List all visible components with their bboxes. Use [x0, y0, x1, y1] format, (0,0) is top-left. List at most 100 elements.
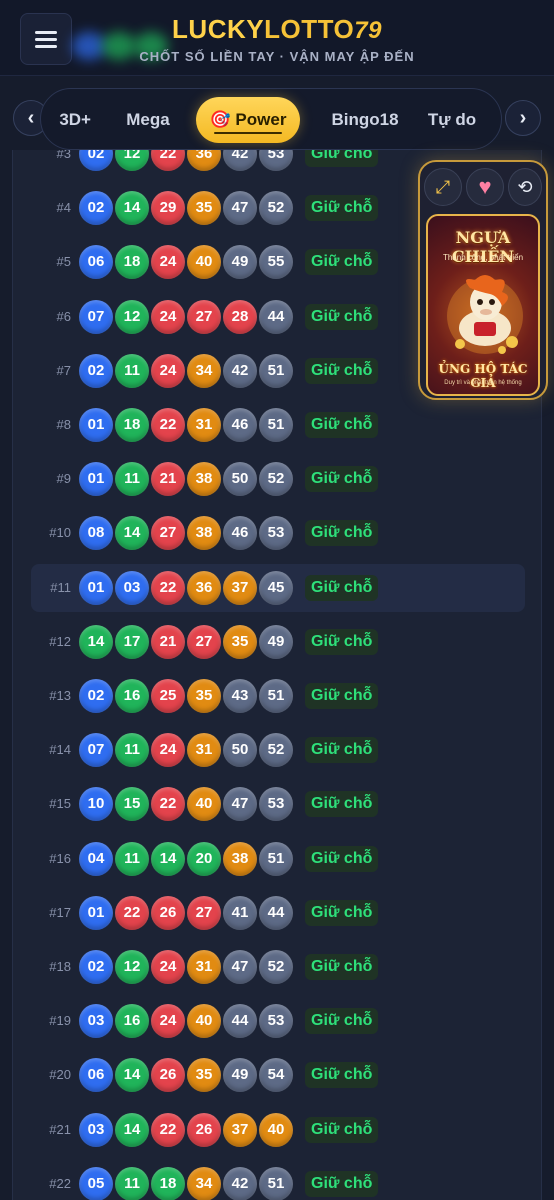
ad-banner[interactable]: NGỰA CHIẾN Thành công, phát triển ỦNG HỘ…	[426, 214, 540, 396]
number-ball: 15	[115, 787, 149, 822]
number-ball: 04	[79, 841, 113, 876]
hold-button[interactable]: Giữ chỗ	[305, 1170, 379, 1197]
number-ball: 26	[151, 895, 185, 930]
number-ball: 35	[187, 1058, 221, 1093]
number-ball: 16	[115, 1004, 149, 1039]
number-ball: 01	[79, 570, 113, 605]
number-ball: 26	[187, 1112, 221, 1147]
chevron-left-icon: ‹	[27, 106, 35, 129]
result-row[interactable]: #16 04 11 14 20 38 51 Giữ chỗ	[31, 835, 525, 883]
hold-button[interactable]: Giữ chỗ	[305, 466, 379, 493]
result-row[interactable]: #20 06 14 26 35 49 54 Giữ chỗ	[31, 1051, 525, 1099]
number-ball: 42	[223, 150, 257, 171]
hold-button[interactable]: Giữ chỗ	[305, 845, 379, 872]
tab-tu-do[interactable]: Tự do	[419, 97, 485, 143]
row-index: #12	[49, 633, 71, 649]
hold-button[interactable]: Giữ chỗ	[305, 1116, 379, 1143]
logo-part1: LUCKY	[172, 14, 265, 44]
row-index: #4	[56, 200, 71, 216]
number-ball: 47	[223, 787, 257, 822]
number-ball: 41	[223, 895, 257, 930]
number-ball: 27	[187, 895, 221, 930]
tabs-next-button[interactable]: ›	[505, 100, 541, 136]
number-ball: 53	[259, 787, 293, 822]
number-ball: 03	[79, 1112, 113, 1147]
number-ball: 22	[151, 150, 185, 171]
result-row[interactable]: #22 05 11 18 34 42 51 Giữ chỗ	[31, 1160, 525, 1200]
hold-button[interactable]: Giữ chỗ	[305, 737, 379, 764]
row-index: #15	[49, 796, 71, 812]
number-ball: 18	[115, 245, 149, 280]
hold-button[interactable]: Giữ chỗ	[305, 899, 379, 926]
like-button[interactable]: ♥	[466, 168, 504, 206]
hold-button[interactable]: Giữ chỗ	[305, 954, 379, 980]
result-row[interactable]: #9 01 11 21 38 50 52 Giữ chỗ	[31, 455, 525, 503]
number-ball: 36	[187, 150, 221, 171]
app-logo[interactable]: LUCKYLOTTO79	[0, 14, 554, 45]
result-row[interactable]: #10 08 14 27 38 46 53 Giữ chỗ	[31, 509, 525, 557]
hold-button[interactable]: Giữ chỗ	[305, 150, 379, 167]
number-ball: 40	[187, 787, 221, 822]
result-row[interactable]: #19 03 16 24 40 44 53 Giữ chỗ	[31, 997, 525, 1045]
number-ball: 02	[79, 950, 113, 984]
tab-power[interactable]: 🎯 Power	[196, 97, 300, 143]
number-ball: 12	[115, 150, 149, 171]
hold-button[interactable]: Giữ chỗ	[305, 520, 379, 547]
result-row[interactable]: #15 10 15 22 40 47 53 Giữ chỗ	[31, 780, 525, 828]
expand-button[interactable]: ⤢	[424, 168, 462, 206]
result-row[interactable]: #17 01 22 26 27 41 44 Giữ chỗ	[31, 889, 525, 937]
number-ball: 21	[151, 462, 185, 497]
tab-mega[interactable]: Mega	[111, 97, 185, 143]
game-tabs: 3D+ Mega 🎯 Power Bingo18 Tự do	[40, 88, 502, 150]
hold-button[interactable]: Giữ chỗ	[305, 1062, 379, 1089]
result-row[interactable]: #8 01 18 22 31 46 51 Giữ chỗ	[31, 401, 525, 449]
number-ball: 14	[115, 516, 149, 551]
number-ball: 14	[115, 1058, 149, 1093]
number-ball: 11	[115, 1166, 149, 1200]
number-ball: 38	[187, 462, 221, 497]
number-ball: 53	[259, 1004, 293, 1039]
row-index: #13	[49, 688, 71, 703]
hold-button[interactable]: Giữ chỗ	[305, 249, 379, 276]
number-ball: 14	[115, 191, 149, 226]
number-ball: 01	[79, 895, 113, 930]
number-ball: 52	[259, 950, 293, 984]
result-row[interactable]: #21 03 14 22 26 37 40 Giữ chỗ	[31, 1106, 525, 1154]
hold-button[interactable]: Giữ chỗ	[305, 628, 379, 655]
number-ball: 29	[151, 191, 185, 226]
result-row[interactable]: #13 02 16 25 35 43 51 Giữ chỗ	[31, 672, 525, 720]
result-row[interactable]: #14 07 11 24 31 50 52 Giữ chỗ	[31, 726, 525, 774]
hold-button[interactable]: Giữ chỗ	[305, 357, 379, 384]
hold-button[interactable]: Giữ chỗ	[305, 303, 379, 330]
row-index: #16	[49, 850, 71, 866]
hold-button[interactable]: Giữ chỗ	[305, 195, 379, 222]
number-ball: 12	[115, 950, 149, 984]
expand-icon: ⤢	[435, 176, 451, 197]
tab-bingo18[interactable]: Bingo18	[313, 97, 417, 143]
result-row[interactable]: #18 02 12 24 31 47 52 Giữ chỗ	[31, 943, 525, 991]
number-ball: 24	[151, 245, 185, 280]
number-ball: 01	[79, 408, 113, 442]
hold-button[interactable]: Giữ chỗ	[305, 683, 379, 709]
number-ball: 44	[223, 1004, 257, 1039]
number-ball: 11	[115, 733, 149, 768]
result-row[interactable]: #11 01 03 22 36 37 45 Giữ chỗ	[31, 563, 525, 612]
hold-button[interactable]: Giữ chỗ	[305, 574, 379, 601]
number-ball: 22	[151, 408, 185, 442]
number-ball: 02	[79, 679, 113, 713]
ad-subtitle: Thành công, phát triển	[442, 253, 524, 262]
number-ball: 35	[187, 191, 221, 226]
tab-3d-plus[interactable]: 3D+	[41, 97, 91, 143]
result-row[interactable]: #12 14 17 21 27 35 49 Giữ chỗ	[31, 618, 525, 666]
hold-button[interactable]: Giữ chỗ	[305, 1008, 379, 1035]
hold-button[interactable]: Giữ chỗ	[305, 412, 379, 438]
number-ball: 51	[259, 408, 293, 442]
hold-button[interactable]: Giữ chỗ	[305, 791, 379, 818]
refresh-button[interactable]: ⟲	[508, 168, 542, 206]
heart-icon: ♥	[478, 174, 492, 199]
number-ball: 06	[79, 245, 113, 280]
number-ball: 50	[223, 462, 257, 497]
number-ball: 17	[115, 624, 149, 659]
number-ball: 24	[151, 299, 185, 334]
row-index: #17	[49, 904, 71, 920]
